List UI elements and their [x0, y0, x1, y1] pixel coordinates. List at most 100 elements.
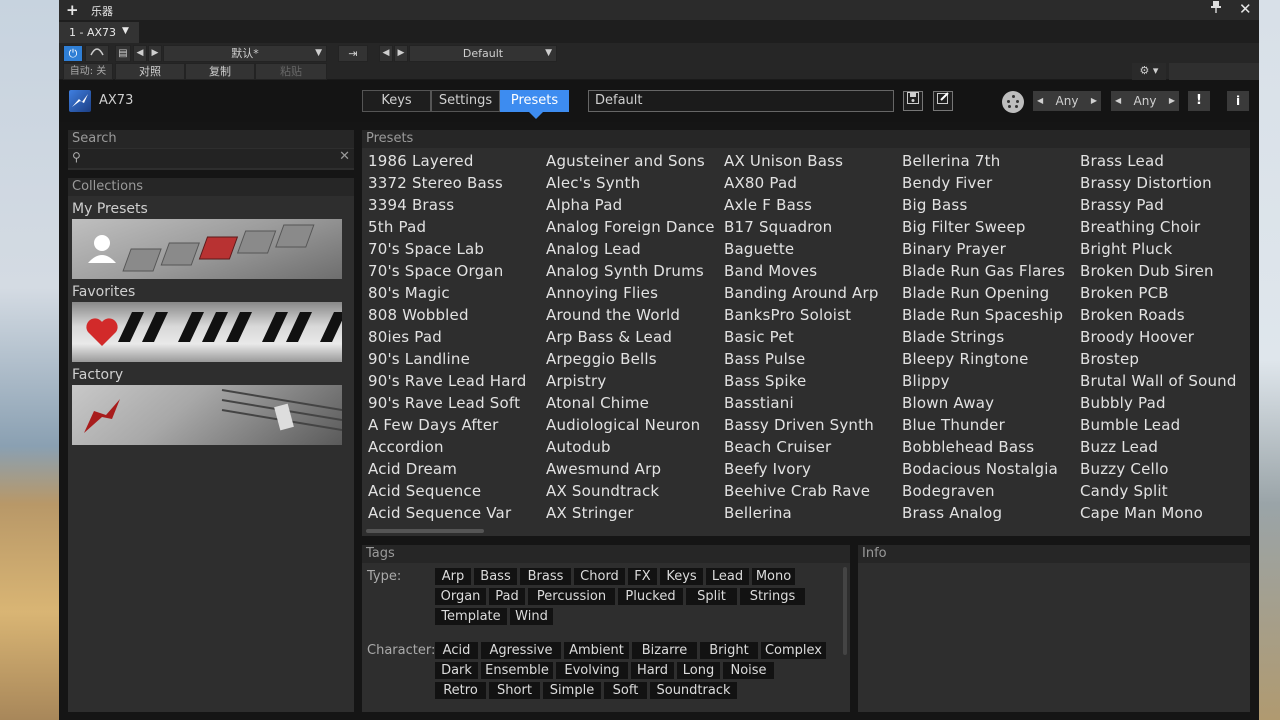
close-icon[interactable]: ✕ [1239, 0, 1252, 18]
gear-icon[interactable]: ⚙ ▾ [1132, 63, 1166, 80]
collection-my-presets-image[interactable] [72, 219, 342, 279]
chevron-left-icon[interactable]: ◀ [1037, 91, 1043, 111]
preset-item[interactable]: Analog Synth Drums [543, 260, 715, 282]
preset-item[interactable]: Basic Pet [721, 326, 893, 348]
type-tag[interactable]: Bass [474, 568, 517, 585]
preset-item[interactable]: Arp Bass & Lead [543, 326, 715, 348]
character-tag[interactable]: Soundtrack [650, 682, 737, 699]
preset-item[interactable]: Broken Roads [1077, 304, 1249, 326]
preset-item[interactable]: 3372 Stereo Bass [365, 172, 537, 194]
character-tag[interactable]: Retro [435, 682, 486, 699]
preset-item[interactable]: 90's Landline [365, 348, 537, 370]
character-tag[interactable]: Bright [700, 642, 758, 659]
character-tag[interactable]: Short [489, 682, 540, 699]
preset-item[interactable]: Annoying Flies [543, 282, 715, 304]
preset-item[interactable]: Brassy Pad [1077, 194, 1249, 216]
type-tag[interactable]: Chord [574, 568, 625, 585]
host-preset-select[interactable]: 默认* ▼ [163, 45, 327, 62]
preset-item[interactable]: Axle F Bass [721, 194, 893, 216]
preset-item[interactable]: Brostep [1077, 348, 1249, 370]
power-button[interactable]: ⏻ [63, 45, 83, 62]
preset-item[interactable]: Agusteiner and Sons [543, 150, 715, 172]
automation-off-button[interactable]: 自动: 关 [63, 63, 113, 80]
preset-item[interactable]: Bodacious Nostalgia [899, 458, 1071, 480]
vertical-scrollbar[interactable] [843, 567, 847, 655]
chevron-right-icon[interactable]: ▶ [1169, 91, 1175, 111]
copy-button[interactable]: 复制 [185, 63, 255, 80]
character-tag[interactable]: Bizarre [632, 642, 697, 659]
next-button[interactable]: ▶ [394, 45, 408, 62]
preset-item[interactable]: Bendy Fiver [899, 172, 1071, 194]
preset-item[interactable]: Buzzy Cello [1077, 458, 1249, 480]
preset-item[interactable]: Autodub [543, 436, 715, 458]
sidechain-icon[interactable] [85, 45, 109, 62]
collection-favorites-image[interactable] [72, 302, 342, 362]
info-button[interactable]: i [1227, 91, 1249, 111]
type-tag[interactable]: Pad [489, 588, 525, 605]
preset-item[interactable]: Blade Strings [899, 326, 1071, 348]
preset-item[interactable]: Brutal Wall of Sound [1077, 370, 1249, 392]
search-input[interactable]: ⚲ ✕ [68, 149, 354, 168]
previous-button[interactable]: ◀ [379, 45, 393, 62]
midi-icon[interactable] [1002, 91, 1024, 113]
preset-item[interactable]: Big Filter Sweep [899, 216, 1071, 238]
character-tag[interactable]: Agressive [481, 642, 561, 659]
preset-item[interactable]: Bright Pluck [1077, 238, 1249, 260]
preset-item[interactable]: Arpeggio Bells [543, 348, 715, 370]
preset-item[interactable]: A Few Days After [365, 414, 537, 436]
filter-select-1[interactable]: ◀ Any ▶ [1033, 91, 1101, 111]
preset-item[interactable]: Bassy Driven Synth [721, 414, 893, 436]
type-tag[interactable]: Lead [706, 568, 749, 585]
previous-preset-button[interactable]: ◀ [133, 45, 147, 62]
character-tag[interactable]: Evolving [556, 662, 628, 679]
next-preset-button[interactable]: ▶ [148, 45, 162, 62]
preset-item[interactable]: Audiological Neuron [543, 414, 715, 436]
add-icon[interactable]: + [66, 1, 79, 19]
preset-item[interactable]: Broody Hoover [1077, 326, 1249, 348]
preset-item[interactable]: Blade Run Spaceship [899, 304, 1071, 326]
character-tag[interactable]: Dark [435, 662, 478, 679]
character-tag[interactable]: Ensemble [481, 662, 553, 679]
instance-tab[interactable]: 1 - AX73 ▼ [59, 22, 139, 43]
type-tag[interactable]: Keys [660, 568, 703, 585]
preset-item[interactable]: Acid Dream [365, 458, 537, 480]
character-tag[interactable]: Long [677, 662, 720, 679]
preset-item[interactable]: Banding Around Arp [721, 282, 893, 304]
chevron-down-icon[interactable]: ▼ [122, 26, 129, 36]
preset-item[interactable]: Blippy [899, 370, 1071, 392]
preset-item[interactable]: Beach Cruiser [721, 436, 893, 458]
collection-factory-image[interactable] [72, 385, 342, 445]
character-tag[interactable]: Noise [723, 662, 774, 679]
preset-item[interactable]: Awesmund Arp [543, 458, 715, 480]
preset-item[interactable]: Big Bass [899, 194, 1071, 216]
paste-button[interactable]: 粘贴 [255, 63, 327, 80]
character-tag[interactable]: Hard [631, 662, 674, 679]
type-tag[interactable]: Brass [520, 568, 571, 585]
type-tag[interactable]: Plucked [618, 588, 683, 605]
type-tag[interactable]: Organ [435, 588, 486, 605]
collection-label-factory[interactable]: Factory [72, 367, 123, 383]
preset-item[interactable]: Bubbly Pad [1077, 392, 1249, 414]
preset-item[interactable]: Baguette [721, 238, 893, 260]
preset-item[interactable]: Basstiani [721, 392, 893, 414]
preset-item[interactable]: AX80 Pad [721, 172, 893, 194]
preset-item[interactable]: Blown Away [899, 392, 1071, 414]
tab-settings[interactable]: Settings [431, 90, 500, 112]
preset-item[interactable]: Cape Man Mono [1077, 502, 1249, 524]
preset-item[interactable]: Bobblehead Bass [899, 436, 1071, 458]
preset-item[interactable]: AX Unison Bass [721, 150, 893, 172]
horizontal-scrollbar[interactable] [366, 529, 484, 533]
preset-item[interactable]: Accordion [365, 436, 537, 458]
preset-list-icon[interactable]: ▤ [115, 45, 131, 62]
preset-item[interactable]: Bellerina 7th [899, 150, 1071, 172]
preset-item[interactable]: 3394 Brass [365, 194, 537, 216]
pin-icon[interactable] [1211, 1, 1221, 16]
preset-item[interactable]: 90's Rave Lead Hard [365, 370, 537, 392]
character-tag[interactable]: Soft [604, 682, 647, 699]
type-tag[interactable]: Template [435, 608, 507, 625]
preset-item[interactable]: Acid Sequence [365, 480, 537, 502]
edit-preset-button[interactable] [933, 91, 953, 111]
preset-item[interactable]: 1986 Layered [365, 150, 537, 172]
type-tag[interactable]: Wind [510, 608, 553, 625]
tab-presets[interactable]: Presets [500, 90, 569, 119]
